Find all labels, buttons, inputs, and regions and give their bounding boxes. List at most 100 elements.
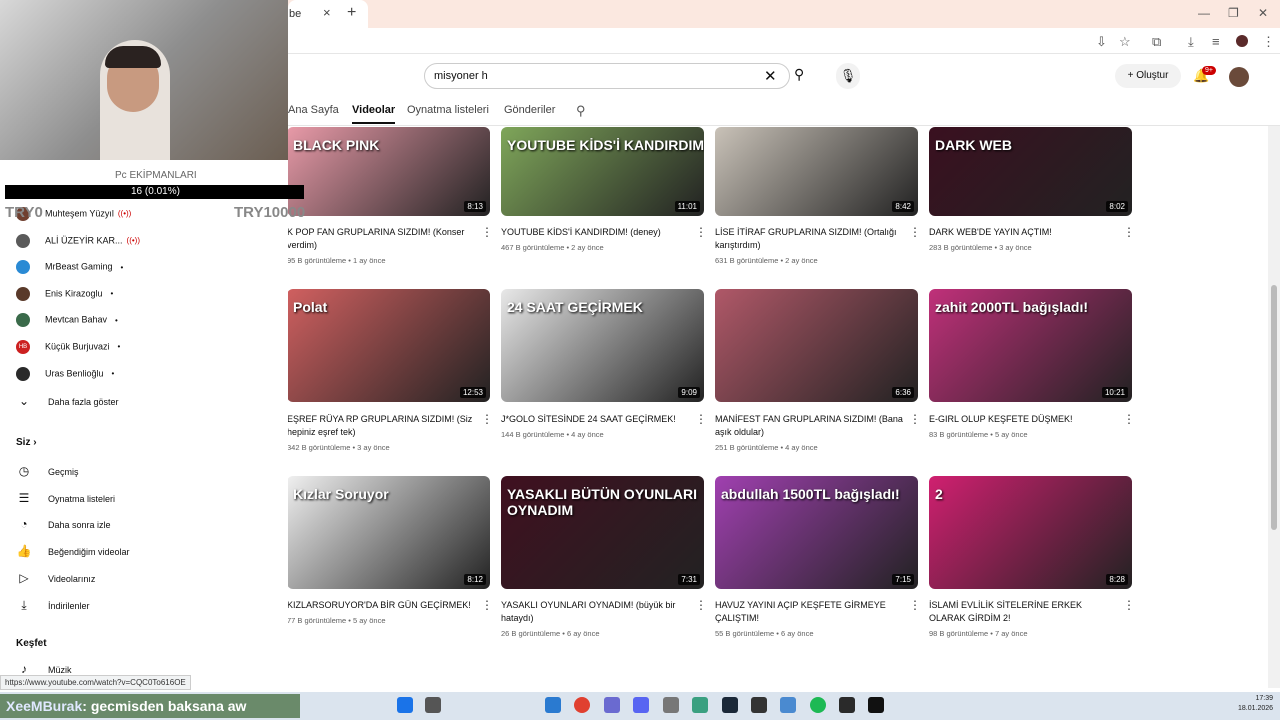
chrome-icon[interactable]: [574, 697, 590, 713]
sidebar-subscription[interactable]: Mevtcan Bahav •: [16, 313, 118, 328]
sidebar-subscription[interactable]: Uras Benlioğlu •: [16, 366, 114, 381]
scrollbar-thumb[interactable]: [1271, 285, 1277, 530]
video-title[interactable]: YOUTUBE KİDS'İ KANDIRDIM! (deney): [501, 226, 691, 239]
you-section-header[interactable]: Siz ›: [16, 437, 37, 448]
settings-icon[interactable]: [663, 697, 679, 713]
video-menu-icon[interactable]: ⋮: [695, 225, 707, 239]
video-menu-icon[interactable]: ⋮: [481, 225, 493, 239]
video-thumbnail[interactable]: Kızlar Soruyor 8:12: [287, 476, 490, 589]
video-menu-icon[interactable]: ⋮: [1123, 225, 1135, 239]
video-title[interactable]: HAVUZ YAYINI AÇIP KEŞFETE GİRMEYE ÇALIŞT…: [715, 599, 905, 625]
spotify-icon[interactable]: [810, 697, 826, 713]
sidebar-item-watch-later[interactable]: ◔ Daha sonra izle: [16, 517, 110, 531]
live-indicator-icon: ((•)): [117, 209, 132, 219]
video-menu-icon[interactable]: ⋮: [1123, 412, 1135, 426]
video-title[interactable]: EŞREF RÜYA RP GRUPLARINA SIZDIM! (Siz he…: [287, 413, 477, 439]
video-thumbnail[interactable]: abdullah 1500TL bağışladı! 7:15: [715, 476, 918, 589]
video-title[interactable]: YASAKLI OYUNLARI OYNADIM! (büyük bir hat…: [501, 599, 691, 625]
video-title[interactable]: MANİFEST FAN GRUPLARINA SIZDIM! (Bana aş…: [715, 413, 905, 439]
video-title[interactable]: İSLAMİ EVLİLİK SİTELERİNE ERKEK OLARAK G…: [929, 599, 1119, 625]
app-icon[interactable]: [545, 697, 561, 713]
video-title[interactable]: LİSE İTİRAF GRUPLARINA SIZDIM! (Ortalığı…: [715, 226, 905, 252]
video-menu-icon[interactable]: ⋮: [909, 225, 921, 239]
sidebar-subscription[interactable]: Enis Kirazoglu •: [16, 286, 113, 301]
search-input[interactable]: misyoner h: [434, 70, 488, 82]
clock-icon: ◔: [20, 517, 28, 531]
profile-icon[interactable]: [1236, 35, 1248, 47]
sidebar-subscription[interactable]: HB Küçük Burjuvazi •: [16, 340, 120, 354]
video-menu-icon[interactable]: ⋮: [909, 598, 921, 612]
tab-videos[interactable]: Videolar: [352, 104, 396, 124]
app-icon[interactable]: [692, 697, 708, 713]
sidebar-subscription[interactable]: MrBeast Gaming •: [16, 260, 123, 275]
thumbnail-text: YASAKLI BÜTÜN OYUNLARI OYNADIM: [507, 486, 698, 518]
video-menu-icon[interactable]: ⋮: [909, 412, 921, 426]
video-thumbnail[interactable]: YASAKLI BÜTÜN OYUNLARI OYNADIM 7:31: [501, 476, 704, 589]
video-thumbnail[interactable]: BLACK PINK 8:13: [287, 127, 490, 216]
video-menu-icon[interactable]: ⋮: [481, 412, 493, 426]
extensions-icon[interactable]: ⧉: [1152, 34, 1161, 50]
bookmark-star-icon[interactable]: ☆: [1119, 34, 1131, 50]
close-window-button[interactable]: ✕: [1258, 6, 1268, 20]
discord-icon[interactable]: [633, 697, 649, 713]
app-icon[interactable]: [604, 697, 620, 713]
video-title[interactable]: DARK WEB'DE YAYIN AÇTIM!: [929, 226, 1119, 239]
new-tab-button[interactable]: +: [347, 4, 356, 22]
user-avatar[interactable]: [1229, 67, 1249, 87]
tab-posts[interactable]: Gönderiler: [504, 104, 555, 116]
task-view-icon[interactable]: [425, 697, 441, 713]
video-menu-icon[interactable]: ⋮: [481, 598, 493, 612]
tab-playlists[interactable]: Oynatma listeleri: [407, 104, 489, 116]
obs-icon[interactable]: [751, 697, 767, 713]
video-thumbnail[interactable]: DARK WEB 8:02: [929, 127, 1132, 216]
video-thumbnail[interactable]: 6:36: [715, 289, 918, 402]
sidebar-item-music[interactable]: ♪ Müzik: [16, 662, 72, 676]
video-menu-icon[interactable]: ⋮: [695, 598, 707, 612]
video-title[interactable]: KIZLARSORUYOR'DA BİR GÜN GEÇİRMEK!: [287, 599, 477, 612]
tab-close-icon[interactable]: ×: [323, 5, 331, 20]
sidebar-item-downloads[interactable]: ⤓ İndirilenler: [16, 598, 90, 613]
you-label: Siz: [16, 437, 31, 448]
video-thumbnail[interactable]: YOUTUBE KİDS'İ KANDIRDIM 11:01: [501, 127, 704, 216]
taskbar-clock[interactable]: 17:39 18.01.2026: [1238, 694, 1273, 714]
app-icon[interactable]: [839, 697, 855, 713]
sidebar-item-playlists[interactable]: ☰ Oynatma listeleri: [16, 491, 115, 505]
minimize-button[interactable]: —: [1198, 6, 1210, 20]
sidebar-item-label: İndirilenler: [48, 601, 90, 611]
video-meta: 55 B görüntüleme • 6 ay önce: [715, 629, 814, 638]
browser-menu-icon[interactable]: ⋮: [1262, 34, 1275, 50]
channel-search-icon[interactable]: ⚲: [576, 103, 586, 119]
video-title[interactable]: K POP FAN GRUPLARINA SIZDIM! (Konser ver…: [287, 226, 477, 252]
sidebar-item-liked[interactable]: 👍 Beğendiğim videolar: [16, 544, 130, 558]
microphone-icon[interactable]: 🎙: [836, 63, 860, 89]
donation-progress-value: 16 (0.01%): [131, 186, 180, 197]
start-icon[interactable]: [397, 697, 413, 713]
video-thumbnail[interactable]: 2 8:28: [929, 476, 1132, 589]
steam-icon[interactable]: [722, 697, 738, 713]
video-menu-icon[interactable]: ⋮: [695, 412, 707, 426]
tab-home[interactable]: Ana Sayfa: [288, 104, 339, 116]
show-more-button[interactable]: ⌄ Daha fazla göster: [16, 394, 119, 408]
video-duration: 6:36: [892, 387, 914, 398]
video-thumbnail[interactable]: 8:42: [715, 127, 918, 216]
app-icon[interactable]: [780, 697, 796, 713]
sidebar-item-history[interactable]: ◷ Geçmiş: [16, 464, 79, 478]
video-thumbnail[interactable]: zahit 2000TL bağışladı! 10:21: [929, 289, 1132, 402]
downloads-icon[interactable]: ⤓: [1188, 34, 1194, 50]
video-title[interactable]: E-GIRL OLUP KEŞFETE DÜŞMEK!: [929, 413, 1119, 426]
reading-list-icon[interactable]: ≡: [1212, 34, 1220, 49]
sidebar-subscription[interactable]: ALİ ÜZEYİR KAR... ((•)): [16, 233, 140, 248]
install-icon[interactable]: ⇩: [1096, 34, 1107, 50]
search-icon[interactable]: ⚲: [794, 66, 804, 83]
video-meta: 98 B görüntüleme • 7 ay önce: [929, 629, 1028, 638]
video-menu-icon[interactable]: ⋮: [1123, 598, 1135, 612]
sidebar-item-your-videos[interactable]: ▷ Videolarınız: [16, 571, 95, 585]
video-thumbnail[interactable]: 24 SAAT GEÇİRMEK 9:09: [501, 289, 704, 402]
thumbnail-text: DARK WEB: [935, 137, 1012, 153]
create-button[interactable]: + Oluştur: [1115, 64, 1181, 88]
maximize-button[interactable]: ❐: [1228, 6, 1239, 20]
video-thumbnail[interactable]: Polat 12:53: [287, 289, 490, 402]
video-title[interactable]: J*GOLO SİTESİNDE 24 SAAT GEÇİRMEK!: [501, 413, 691, 426]
clear-search-icon[interactable]: ✕: [764, 67, 777, 85]
app-icon[interactable]: [868, 697, 884, 713]
